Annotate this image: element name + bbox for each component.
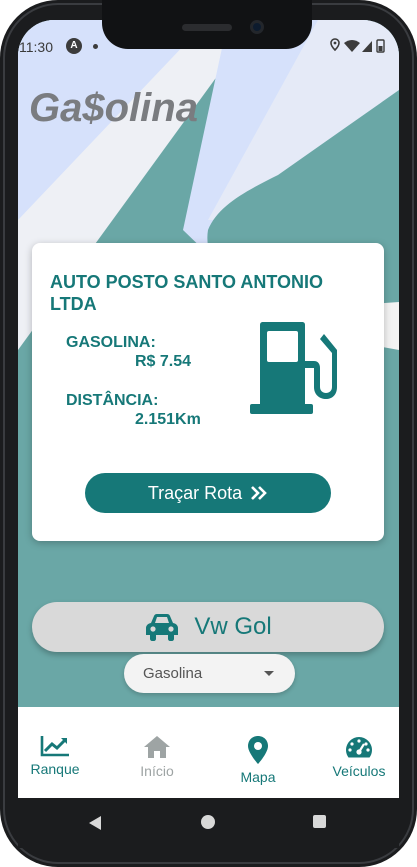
- home-icon: [144, 736, 170, 758]
- distance-value: 2.151Km: [135, 411, 201, 428]
- station-name: AUTO POSTO SANTO ANTONIO LTDA: [50, 272, 324, 314]
- battery-icon: [376, 39, 385, 53]
- fuel-type-label: GASOLINA:: [66, 334, 156, 351]
- earpiece-speaker: [182, 24, 232, 31]
- car-icon: [146, 614, 179, 641]
- station-card: AUTO POSTO SANTO ANTONIO LTDA GASOLINA: …: [32, 243, 384, 541]
- fuel-type-selected: Gasolina: [143, 665, 203, 682]
- notification-dot-icon: [93, 44, 98, 49]
- nav-item-veiculos[interactable]: Veículos: [319, 735, 399, 779]
- nav-label-inicio: Início: [140, 763, 174, 779]
- app-notification-icon: A: [66, 38, 82, 54]
- front-camera: [250, 20, 264, 34]
- nav-label-mapa: Mapa: [240, 769, 276, 785]
- system-navigation-bar: [18, 798, 399, 848]
- nav-label-ranque: Ranque: [30, 761, 80, 777]
- nav-label-veiculos: Veículos: [332, 763, 386, 779]
- status-time: 11:30: [19, 39, 53, 55]
- trace-route-button[interactable]: Traçar Rota: [85, 473, 331, 513]
- vehicle-name: Vw Gol: [194, 613, 272, 640]
- nav-item-ranque[interactable]: Ranque: [15, 735, 95, 777]
- fuel-price: R$ 7.54: [135, 353, 192, 370]
- signal-icon: [362, 41, 372, 52]
- distance-label: DISTÂNCIA:: [66, 392, 159, 409]
- recent-apps-icon[interactable]: [313, 815, 326, 828]
- fuel-type-dropdown[interactable]: Gasolina: [124, 654, 295, 693]
- dropdown-caret-icon: [264, 671, 274, 676]
- map-pin-icon: [248, 736, 268, 764]
- double-chevron-right-icon: [251, 486, 268, 500]
- status-icons: [330, 38, 390, 59]
- gas-pump-icon: [250, 322, 337, 414]
- nav-item-mapa[interactable]: Mapa: [218, 735, 298, 785]
- speedometer-icon: [346, 737, 372, 758]
- nav-item-inicio[interactable]: Início: [117, 735, 197, 779]
- back-icon[interactable]: [88, 815, 102, 831]
- home-button-icon[interactable]: [201, 815, 215, 829]
- wifi-icon: [344, 40, 360, 52]
- camera-notch: [102, 0, 312, 49]
- location-icon: [330, 38, 340, 52]
- phone-frame: 11:30 A Ga$olina AUTO POSTO SANTO ANTONI…: [0, 0, 417, 867]
- bottom-navigation: Ranque Início Mapa Veículos: [18, 707, 399, 798]
- route-button-label: Traçar Rota: [147, 482, 243, 503]
- vehicle-selector-button[interactable]: Vw Gol: [32, 602, 384, 652]
- chart-line-icon: [40, 736, 69, 757]
- app-logo: Ga$olina: [29, 86, 198, 130]
